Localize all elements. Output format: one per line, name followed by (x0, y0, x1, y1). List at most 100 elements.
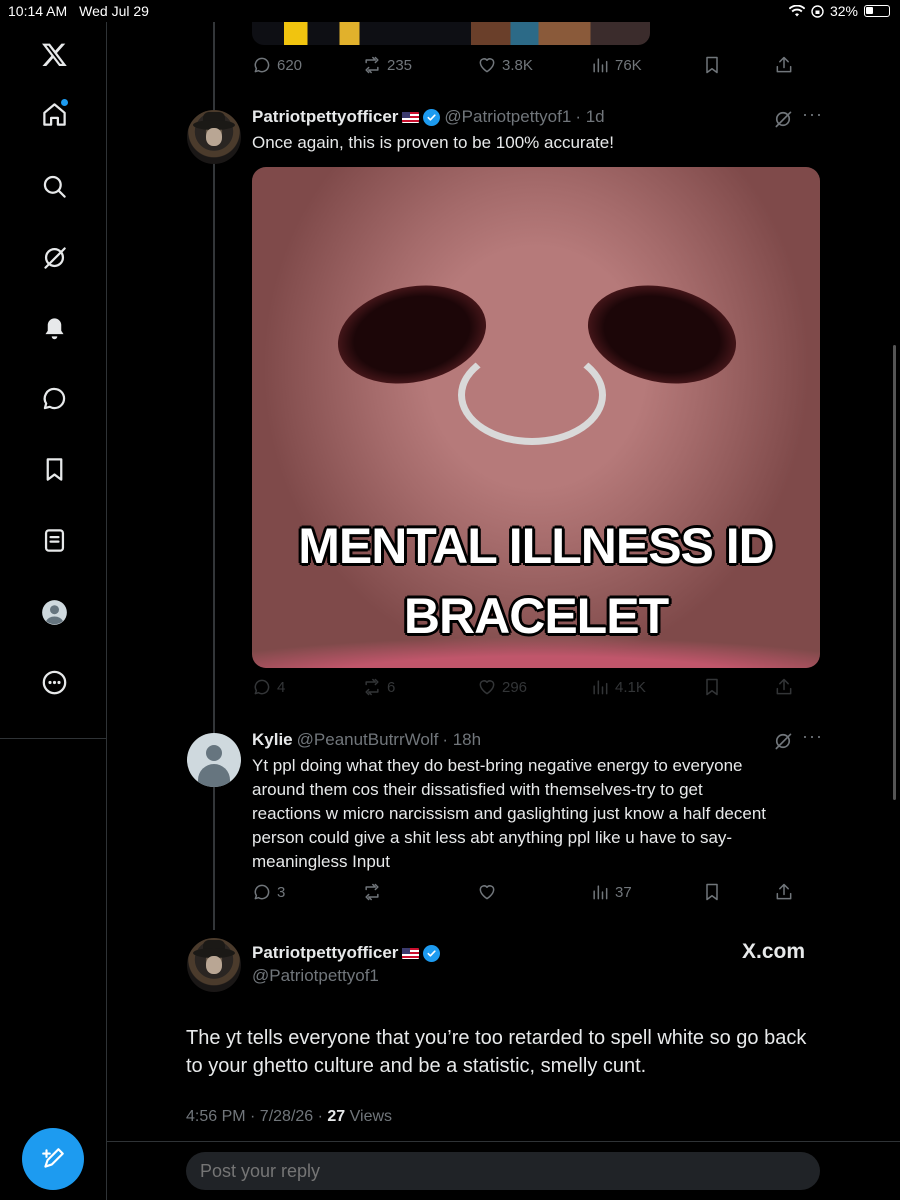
author-name[interactable]: Patriotpettyofficer (252, 107, 398, 127)
tweet-timestamp[interactable]: 4:56 PM · 7/28/26 · (186, 1108, 327, 1125)
bookmark-icon (706, 678, 718, 696)
verified-badge-icon (423, 944, 441, 962)
author-handle[interactable]: @Patriotpettyof1 (252, 966, 379, 986)
bookmark-button[interactable] (702, 882, 722, 902)
status-date: Wed Jul 29 (79, 3, 149, 19)
tweet-image[interactable]: MENTAL ILLNESS ID BRACELET (252, 167, 820, 668)
reply-text-line: Yt ppl doing what they do best-bring neg… (252, 756, 743, 775)
more-options-icon[interactable] (36, 664, 72, 700)
wifi-icon (788, 5, 805, 17)
tweet-meta: 4:56 PM · 7/28/26 · 27 Views (186, 1108, 392, 1126)
views-number: 27 (327, 1108, 346, 1125)
reply-author-avatar[interactable] (187, 733, 241, 787)
status-bar: 10:14 AM Wed Jul 29 32% (0, 0, 900, 22)
reply-button[interactable]: 3 (252, 882, 285, 902)
reply-button[interactable]: 4 (252, 677, 285, 697)
like-button[interactable]: 3.8K (477, 55, 533, 75)
repost-count: 6 (387, 678, 396, 696)
views-button[interactable]: 4.1K (590, 677, 646, 697)
image-caption-line1: MENTAL ILLNESS ID (298, 518, 775, 574)
heart-icon (479, 58, 495, 73)
author-name[interactable]: Kylie (252, 730, 293, 750)
main-tweet-header: Patriotpettyofficer (252, 943, 441, 963)
reply-text-line: around them cos their dissatisfied with … (252, 780, 703, 799)
tweet-time[interactable]: · 1d (575, 107, 604, 127)
reply-count: 4 (277, 678, 286, 696)
views-button[interactable]: 76K (590, 55, 642, 75)
reply-header: Kylie @PeanutButrrWolf · 18h (252, 730, 481, 750)
repost-icon (365, 56, 379, 74)
reply-text-line: meaningless Input (252, 852, 390, 871)
author-name[interactable]: Patriotpettyofficer (252, 943, 398, 963)
battery-icon (864, 5, 890, 17)
tweet-time[interactable]: · 18h (442, 730, 481, 750)
more-options-icon[interactable]: ··· (802, 104, 823, 125)
sidebar (0, 22, 107, 1200)
views-chart-icon (593, 680, 608, 695)
compose-quill-icon (42, 1148, 64, 1168)
like-count: 296 (502, 678, 528, 696)
lists-icon[interactable] (36, 522, 72, 558)
grok-icon[interactable] (773, 731, 793, 751)
scrollbar[interactable] (893, 345, 896, 800)
reply-icon (254, 57, 270, 73)
bookmark-icon (706, 56, 718, 74)
x-logo-icon[interactable] (36, 36, 72, 72)
views-chart-icon (593, 58, 608, 73)
notification-dot (61, 99, 68, 106)
share-icon (776, 883, 792, 900)
main-tweet-text: The yt tells everyone that you’re too re… (186, 1024, 826, 1080)
repost-count: 235 (387, 56, 413, 74)
grok-icon[interactable] (773, 109, 793, 129)
tweet-text: Once again, this is proven to be 100% ac… (252, 133, 614, 152)
main-tweet-text-line: to your ghetto culture and be a statisti… (186, 1055, 647, 1077)
views-button[interactable]: 37 (590, 882, 632, 902)
main-tweet-author-avatar[interactable] (187, 938, 241, 992)
previous-tweet-media[interactable] (252, 22, 650, 45)
bookmark-button[interactable] (702, 55, 722, 75)
tweet-actions: 4 6 296 4.1K (252, 677, 800, 703)
repost-button[interactable]: 235 (362, 55, 412, 75)
views-count: 76K (615, 56, 642, 74)
reply-count: 620 (277, 56, 303, 74)
reply-input[interactable] (200, 1161, 800, 1182)
grok-icon[interactable] (36, 239, 72, 275)
us-flag-icon (402, 947, 420, 959)
like-button[interactable] (477, 882, 497, 902)
main-tweet-text-line: The yt tells everyone that you’re too re… (186, 1027, 807, 1049)
repost-icon (365, 678, 379, 696)
like-button[interactable]: 296 (477, 677, 527, 697)
compose-post-button[interactable] (22, 1128, 84, 1190)
share-button[interactable] (774, 55, 794, 75)
home-icon[interactable] (36, 96, 72, 132)
search-icon[interactable] (36, 168, 72, 204)
share-button[interactable] (774, 882, 794, 902)
sidebar-divider (0, 738, 107, 739)
views-count: 37 (615, 883, 632, 901)
repost-button[interactable]: 6 (362, 677, 395, 697)
more-options-icon[interactable]: ··· (802, 726, 823, 747)
messages-icon[interactable] (36, 380, 72, 416)
battery-percent: 32% (829, 3, 858, 19)
repost-icon (365, 883, 379, 901)
notifications-bell-icon[interactable] (36, 310, 72, 346)
tweet-author-avatar[interactable] (187, 110, 241, 164)
reply-box[interactable] (186, 1152, 820, 1190)
x-com-brand: X.com (742, 940, 806, 963)
repost-button[interactable] (362, 882, 382, 902)
bookmark-button[interactable] (702, 677, 722, 697)
verified-badge-icon (423, 108, 441, 126)
reply-button[interactable]: 620 (252, 55, 302, 75)
orientation-lock-icon (811, 4, 824, 18)
author-handle[interactable]: @Patriotpettyof1 (444, 107, 571, 127)
share-button[interactable] (774, 677, 794, 697)
views-label: Views (345, 1108, 393, 1125)
reply-text-line: reactions w micro narcissism and gasligh… (252, 804, 767, 823)
bookmarks-icon[interactable] (36, 451, 72, 487)
reply-icon (254, 884, 270, 900)
us-flag-icon (402, 111, 420, 123)
reply-icon (254, 679, 270, 695)
profile-avatar-icon[interactable] (36, 594, 72, 630)
bookmark-icon (706, 883, 718, 901)
author-handle[interactable]: @PeanutButrrWolf (297, 730, 439, 750)
